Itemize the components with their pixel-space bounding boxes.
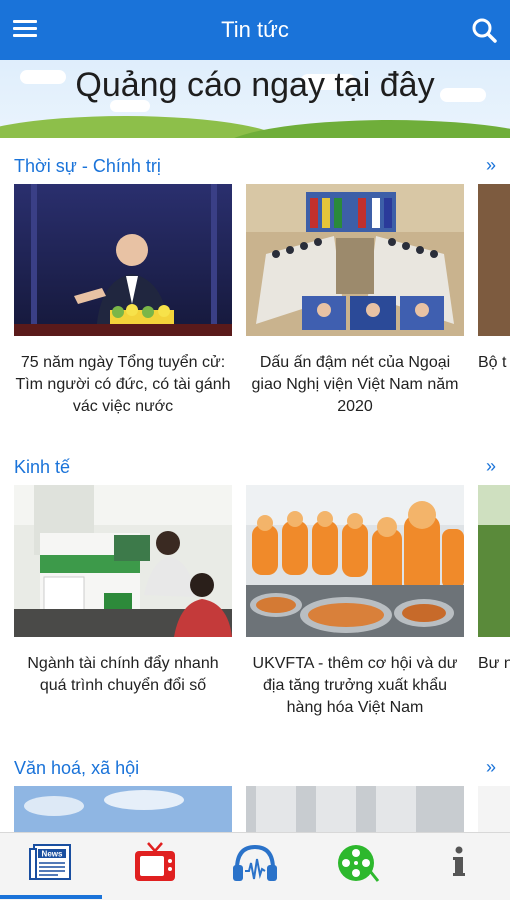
article-title[interactable]: UKVFTA - thêm cơ hội và dư địa tăng trưở… — [246, 653, 464, 719]
tv-icon — [135, 842, 175, 881]
article-thumbnail[interactable] — [478, 786, 510, 832]
search-icon[interactable] — [470, 16, 498, 44]
bottom-tab-bar: News — [0, 832, 510, 900]
tab-tv[interactable] — [130, 841, 180, 885]
article-thumbnail[interactable] — [14, 786, 232, 832]
info-icon — [453, 846, 465, 876]
more-link[interactable]: » — [486, 757, 496, 778]
tab-audio[interactable] — [230, 841, 280, 885]
article-thumbnail[interactable] — [246, 485, 464, 637]
tab-info[interactable] — [434, 841, 484, 885]
section-title[interactable]: Thời sự - Chính trị — [14, 156, 161, 177]
tab-video[interactable] — [332, 841, 382, 885]
section-title[interactable]: Văn hoá, xã hội — [14, 758, 139, 779]
article-thumbnail[interactable] — [478, 485, 510, 637]
section-economy: Kinh tế » Ngành tài chính đẩy nhanh quá … — [0, 456, 510, 739]
page-title: Tin tức — [221, 17, 289, 42]
article-card[interactable]: UKVFTA - thêm cơ hội và dư địa tăng trưở… — [246, 485, 464, 719]
section-culture-society: Văn hoá, xã hội » — [0, 757, 510, 832]
article-thumbnail[interactable] — [14, 485, 232, 637]
news-icon: News — [29, 844, 71, 880]
article-thumbnail[interactable] — [14, 184, 232, 336]
headphones-icon — [233, 844, 277, 881]
film-reel-icon — [338, 845, 380, 882]
article-card[interactable]: Bộ t Ni nh — [478, 184, 510, 374]
article-title[interactable]: Dấu ấn đậm nét của Ngoại giao Nghị viện … — [246, 352, 464, 418]
article-card[interactable]: Ngành tài chính đẩy nhanh quá trình chuy… — [14, 485, 232, 697]
article-title[interactable]: Bộ t Ni nh — [478, 352, 510, 374]
active-tab-indicator — [0, 895, 102, 899]
top-app-bar: Tin tức — [0, 0, 510, 60]
more-link[interactable]: » — [486, 155, 496, 176]
article-title[interactable]: 75 năm ngày Tổng tuyển cử: Tìm người có … — [14, 352, 232, 418]
article-card[interactable]: Dấu ấn đậm nét của Ngoại giao Nghị viện … — [246, 184, 464, 418]
article-thumbnail[interactable] — [246, 184, 464, 336]
article-card[interactable] — [246, 786, 464, 832]
section-politics: Thời sự - Chính trị » 75 năm ngày Tổng t… — [0, 155, 510, 438]
article-thumbnail[interactable] — [246, 786, 464, 832]
section-title[interactable]: Kinh tế — [14, 457, 70, 478]
article-title[interactable]: Bư nôn — [478, 653, 510, 675]
article-card[interactable] — [478, 786, 510, 832]
svg-text:News: News — [42, 850, 63, 859]
article-card[interactable]: Bư nôn — [478, 485, 510, 675]
article-title[interactable]: Ngành tài chính đẩy nhanh quá trình chuy… — [14, 653, 232, 697]
article-thumbnail[interactable] — [478, 184, 510, 336]
more-link[interactable]: » — [486, 456, 496, 477]
article-card[interactable] — [14, 786, 232, 832]
article-card[interactable]: 75 năm ngày Tổng tuyển cử: Tìm người có … — [14, 184, 232, 418]
ad-text: Quảng cáo ngay tại đây — [75, 66, 435, 104]
ad-banner[interactable]: Quảng cáo ngay tại đây — [0, 60, 510, 138]
tab-news[interactable]: News — [28, 841, 78, 885]
